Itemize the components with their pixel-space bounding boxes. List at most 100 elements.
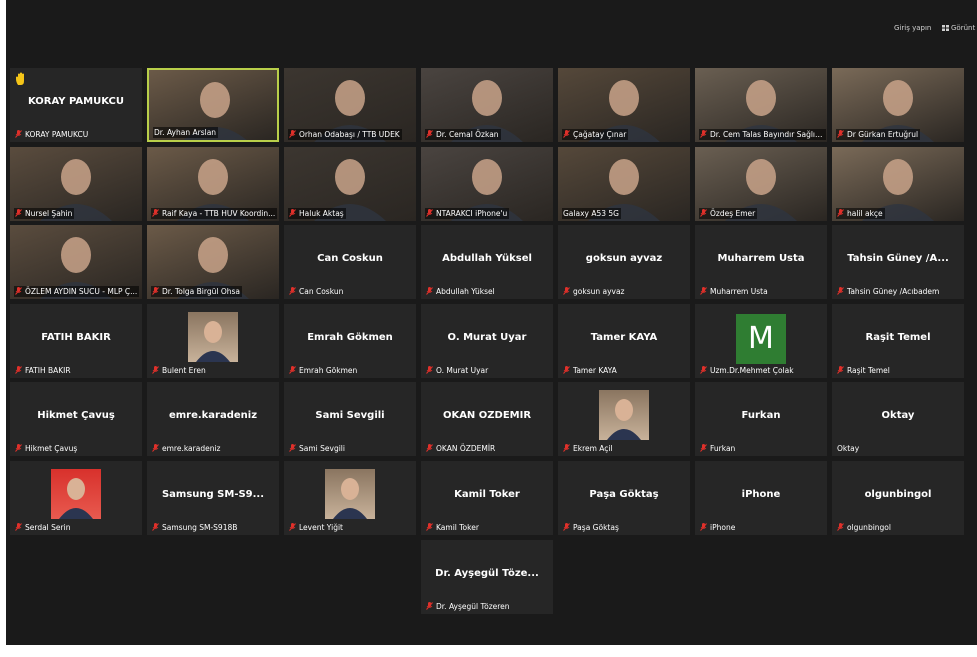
muted-mic-icon: [563, 287, 570, 295]
participant-tile[interactable]: Can Coskun Can Coskun: [284, 225, 416, 299]
participant-name-label: ÖZLEM AYDIN SUCU - MLP Ç...: [14, 286, 140, 297]
participant-display-name: KORAY PAMUKCU: [28, 96, 124, 107]
participant-display-name: Furkan: [741, 410, 781, 421]
participant-tile[interactable]: Tamer KAYA Tamer KAYA: [558, 304, 690, 378]
participant-name: Abdullah Yüksel: [436, 287, 495, 296]
participant-name: iPhone: [710, 523, 736, 532]
participant-tile[interactable]: iPhone iPhone: [695, 461, 827, 535]
participant-name-label: KORAY PAMUKCU: [14, 129, 90, 140]
participant-name: Samsung SM-S918B: [162, 523, 238, 532]
participant-tile[interactable]: Raşit Temel Raşit Temel: [832, 304, 964, 378]
participant-display-name: Sami Sevgili: [315, 410, 385, 421]
participant-tile[interactable]: Dr Gürkan Ertuğrul: [832, 68, 964, 142]
participant-name-label: Raif Kaya - TTB HUV Koordin...: [151, 208, 278, 219]
participant-tile[interactable]: Paşa Göktaş Paşa Göktaş: [558, 461, 690, 535]
participant-name: halil akçe: [847, 209, 883, 218]
muted-mic-icon: [15, 287, 22, 295]
participant-tile[interactable]: Dr. Ayhan Arslan: [147, 68, 279, 142]
muted-mic-icon: [700, 366, 707, 374]
participant-name: Raif Kaya - TTB HUV Koordin...: [162, 209, 276, 218]
participant-tile[interactable]: Serdal Serin: [10, 461, 142, 535]
participant-tile[interactable]: Nursel Şahin: [10, 147, 142, 221]
muted-mic-icon: [426, 209, 433, 217]
participant-tile[interactable]: goksun ayvaz goksun ayvaz: [558, 225, 690, 299]
participant-tile[interactable]: OKAN ÖZDEMİR OKAN ÖZDEMİR: [421, 382, 553, 456]
muted-mic-icon: [426, 366, 433, 374]
participant-tile[interactable]: Oktay Oktay: [832, 382, 964, 456]
participant-name: Kamil Toker: [436, 523, 479, 532]
participant-display-name: Oktay: [881, 410, 915, 421]
participant-tile[interactable]: Sami Sevgili Sami Sevgili: [284, 382, 416, 456]
participant-display-name: Dr. Ayşegül Töze...: [435, 568, 539, 579]
participant-tile[interactable]: ÖZLEM AYDIN SUCU - MLP Ç...: [10, 225, 142, 299]
participant-name: Can Coskun: [299, 287, 344, 296]
participant-tile[interactable]: Emrah Gökmen Emrah Gökmen: [284, 304, 416, 378]
signin-button[interactable]: Giriş yapın: [894, 24, 931, 32]
participant-name-label: Haluk Aktaş: [288, 208, 346, 219]
top-bar: Giriş yapın Görünt: [6, 0, 977, 60]
participant-name: Dr. Cemal Özkan: [436, 130, 499, 139]
muted-mic-icon: [289, 287, 296, 295]
muted-mic-icon: [152, 366, 159, 374]
muted-mic-icon: [837, 287, 844, 295]
participant-tile[interactable]: emre.karadeniz emre.karadeniz: [147, 382, 279, 456]
participant-tile[interactable]: Hikmet Çavuş Hikmet Çavuş: [10, 382, 142, 456]
participant-tile[interactable]: Muharrem Usta Muharrem Usta: [695, 225, 827, 299]
participant-tile[interactable]: FATIH BAKIR FATIH BAKIR: [10, 304, 142, 378]
participant-tile[interactable]: Dr. Cemal Özkan: [421, 68, 553, 142]
participant-name: Bulent Eren: [162, 366, 206, 375]
participant-display-name: Muharrem Usta: [717, 253, 805, 264]
participant-name-label: OKAN ÖZDEMİR: [425, 443, 497, 454]
participant-tile[interactable]: halil akçe: [832, 147, 964, 221]
participant-display-name: Paşa Göktaş: [589, 489, 659, 500]
profile-photo: [325, 469, 375, 519]
muted-mic-icon: [426, 523, 433, 531]
muted-mic-icon: [837, 209, 844, 217]
participant-tile[interactable]: Galaxy A53 5G: [558, 147, 690, 221]
participant-name-label: Paşa Göktaş: [562, 522, 621, 533]
participant-name-label: Sami Sevgili: [288, 443, 347, 454]
muted-mic-icon: [152, 287, 159, 295]
muted-mic-icon: [289, 130, 296, 138]
muted-mic-icon: [426, 130, 433, 138]
participant-tile[interactable]: Bulent Eren: [147, 304, 279, 378]
participant-tile[interactable]: Dr. Tolga Birgül Ohsa: [147, 225, 279, 299]
participant-display-name: Raşit Temel: [865, 332, 931, 343]
participant-name-label: Kamil Toker: [425, 522, 481, 533]
grid-view-icon: [942, 25, 949, 31]
participant-tile[interactable]: KORAY PAMUKCU KORAY PAMUKCU: [10, 68, 142, 142]
participant-tile[interactable]: Orhan Odabaşı / TTB UDEK: [284, 68, 416, 142]
participant-tile[interactable]: Levent Yiğit: [284, 461, 416, 535]
participant-name-label: Nursel Şahin: [14, 208, 75, 219]
participant-name-label: Ekrem Açil: [562, 443, 615, 454]
participant-tile[interactable]: Tahsin Güney /A... Tahsin Güney /Acıbadem: [832, 225, 964, 299]
participant-tile[interactable]: Abdullah Yüksel Abdullah Yüksel: [421, 225, 553, 299]
participant-display-name: O. Murat Uyar: [447, 332, 527, 343]
muted-mic-icon: [563, 444, 570, 452]
participant-tile[interactable]: O. Murat Uyar O. Murat Uyar: [421, 304, 553, 378]
raised-hand-icon: [14, 71, 28, 85]
participant-name-label: Hikmet Çavuş: [14, 443, 79, 454]
participant-tile[interactable]: Samsung SM-S9... Samsung SM-S918B: [147, 461, 279, 535]
participant-tile[interactable]: Haluk Aktaş: [284, 147, 416, 221]
participant-name: Dr. Ayhan Arslan: [154, 128, 217, 137]
participant-tile[interactable]: Çağatay Çınar: [558, 68, 690, 142]
participant-tile[interactable]: Özdeş Emer: [695, 147, 827, 221]
participant-tile[interactable]: M Uzm.Dr.Mehmet Çolak: [695, 304, 827, 378]
participant-tile[interactable]: Furkan Furkan: [695, 382, 827, 456]
participant-tile[interactable]: NTARAKCI iPhone'u: [421, 147, 553, 221]
participant-tile[interactable]: Ekrem Açil: [558, 382, 690, 456]
participant-tile[interactable]: Dr. Ayşegül Töze... Dr. Ayşegül Tözeren: [421, 540, 553, 614]
participant-name: olgunbingol: [847, 523, 891, 532]
participant-name: FATIH BAKIR: [25, 366, 71, 375]
muted-mic-icon: [563, 523, 570, 531]
participant-tile[interactable]: Raif Kaya - TTB HUV Koordin...: [147, 147, 279, 221]
participant-display-name: Can Coskun: [317, 253, 383, 264]
participant-name-label: NTARAKCI iPhone'u: [425, 208, 510, 219]
participant-tile[interactable]: olgunbingol olgunbingol: [832, 461, 964, 535]
participant-name: Özdeş Emer: [710, 209, 756, 218]
participant-tile[interactable]: Kamil Toker Kamil Toker: [421, 461, 553, 535]
participant-tile[interactable]: Dr. Cem Talas Bayındır Sağlık ...: [695, 68, 827, 142]
participant-name: Dr. Ayşegül Tözeren: [436, 602, 510, 611]
view-button[interactable]: Görünt: [942, 24, 975, 32]
